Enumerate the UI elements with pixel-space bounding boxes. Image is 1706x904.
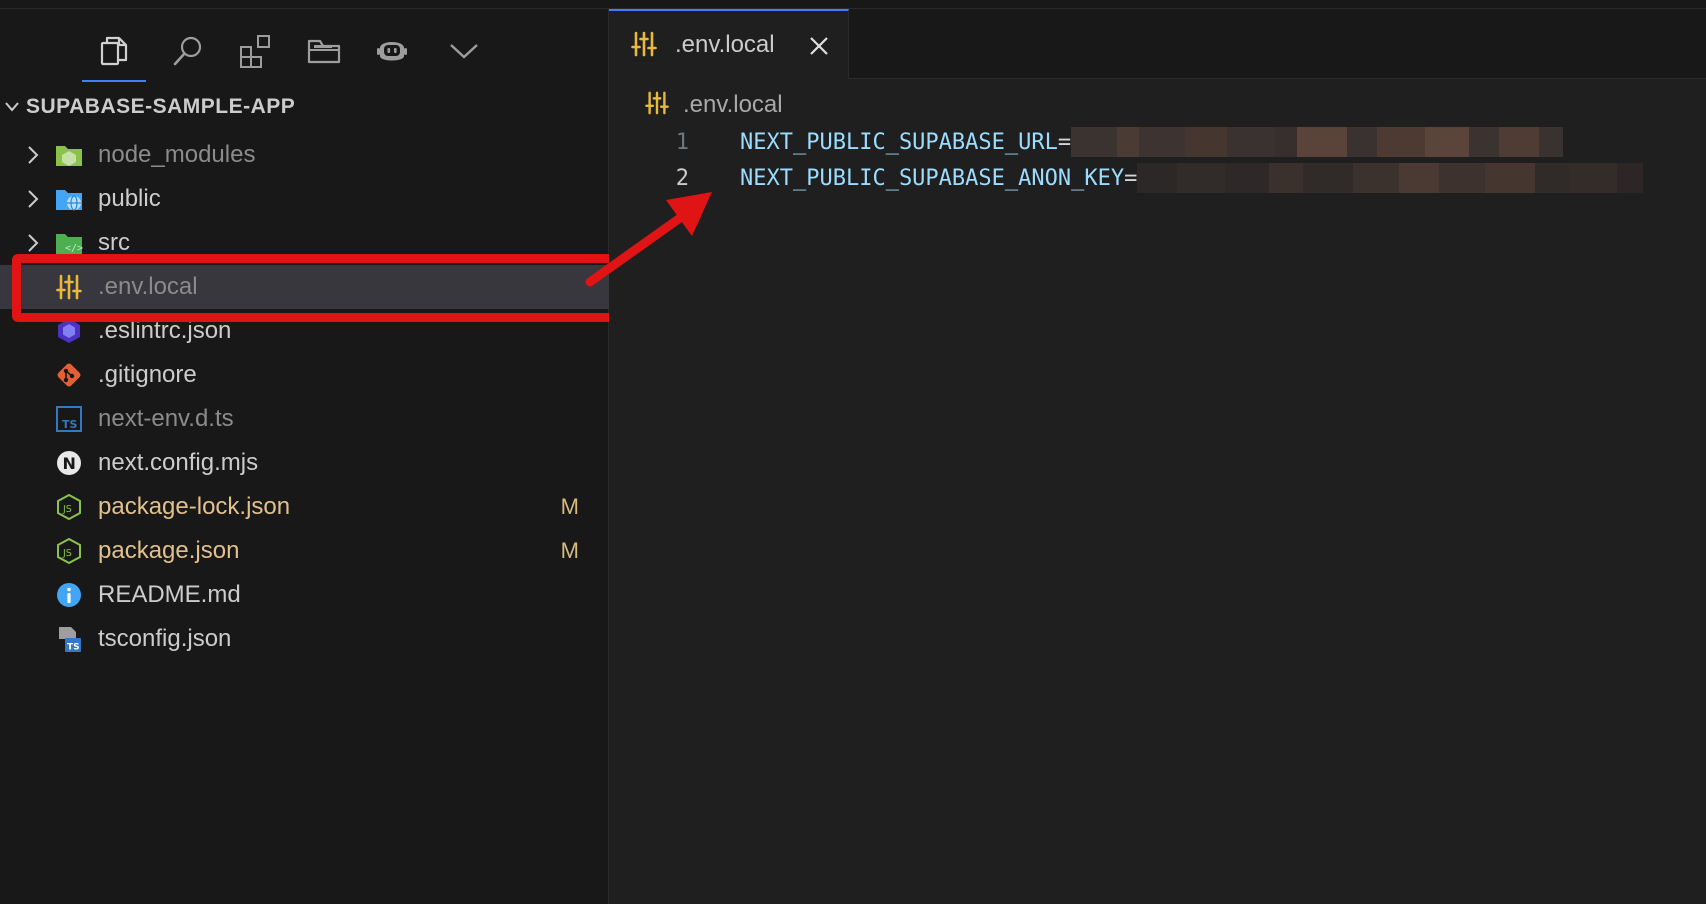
tree-item-node-modules[interactable]: node_modules (0, 133, 609, 177)
close-icon[interactable] (807, 34, 831, 58)
settings-sliders-icon (645, 91, 669, 120)
svg-text:TS: TS (67, 643, 80, 653)
tree-item-env-local[interactable]: .env.local (0, 265, 609, 309)
info-icon (54, 581, 84, 609)
extensions-icon[interactable] (222, 21, 290, 81)
folder-icon[interactable] (290, 21, 358, 81)
editor-tab-bar: .env.local (609, 9, 1706, 79)
tab-env-local[interactable]: .env.local (609, 9, 849, 79)
code-editor[interactable]: 1 NEXT_PUBLIC_SUPABASE_URL= 2 NEXT_PUBLI… (609, 125, 1706, 197)
public-folder-icon (54, 185, 84, 213)
tree-item-label: public (98, 185, 161, 212)
breadcrumb-label: .env.local (683, 91, 783, 118)
title-bar-strip (0, 0, 1706, 9)
tree-item-label: next.config.mjs (98, 449, 259, 476)
tree-item-label: README.md (98, 581, 241, 608)
breadcrumb[interactable]: .env.local (645, 85, 783, 125)
env-key: NEXT_PUBLIC_SUPABASE_URL (740, 130, 1058, 155)
equals-sign: = (1057, 130, 1072, 155)
nodejs-icon: JS (54, 493, 84, 521)
tree-item-label: next-env.d.ts (98, 405, 234, 432)
src-folder-icon: </> (54, 229, 84, 257)
copilot-icon[interactable] (358, 21, 426, 81)
code-line[interactable]: 1 NEXT_PUBLIC_SUPABASE_URL= (609, 125, 1706, 161)
search-icon[interactable] (154, 21, 222, 81)
equals-sign: = (1124, 166, 1138, 191)
settings-sliders-icon (54, 273, 84, 301)
tsconfig-icon: TS (54, 625, 84, 653)
tree-item-label: .gitignore (98, 361, 197, 388)
typescript-icon: TS (54, 405, 84, 433)
tree-item-label: tsconfig.json (98, 625, 232, 652)
svg-text:JS: JS (62, 504, 72, 515)
tree-item-src[interactable]: </> src (0, 221, 609, 265)
project-title: SUPABASE-SAMPLE-APP (26, 95, 296, 118)
git-status-badge: M (560, 494, 579, 519)
node-folder-icon (54, 141, 84, 169)
tree-item-label: package.json (98, 537, 240, 564)
redacted-value (1071, 126, 1564, 157)
env-key: NEXT_PUBLIC_SUPABASE_ANON_KEY (740, 166, 1125, 191)
tree-item-label: .env.local (98, 273, 198, 300)
eslint-icon (54, 317, 84, 345)
tree-item-package[interactable]: JS package.json M (0, 529, 609, 573)
settings-sliders-icon (631, 31, 657, 62)
tree-item-label: src (98, 229, 130, 256)
project-root-header[interactable]: SUPABASE-SAMPLE-APP (0, 87, 609, 127)
explorer-icon[interactable] (80, 21, 148, 82)
nodejs-icon: JS (54, 537, 84, 565)
file-tree: node_modules public </> src .env.local .… (0, 133, 609, 661)
vscode-window: SUPABASE-SAMPLE-APP node_modules public … (0, 0, 1706, 904)
git-icon (54, 361, 84, 389)
chevron-right-icon (22, 144, 44, 166)
tree-item-label: package-lock.json (98, 493, 291, 520)
svg-text:</>: </> (65, 243, 83, 254)
svg-text:TS: TS (62, 418, 78, 431)
line-number: 2 (675, 166, 689, 191)
tree-item-next-env[interactable]: TS next-env.d.ts (0, 397, 609, 441)
explorer-sidebar: SUPABASE-SAMPLE-APP node_modules public … (0, 9, 618, 904)
tree-item-tsconfig[interactable]: TS tsconfig.json (0, 617, 609, 661)
tree-item-package-lock[interactable]: JS package-lock.json M (0, 485, 609, 529)
chevron-right-icon (22, 232, 44, 254)
redacted-value (1137, 162, 1644, 193)
tree-item-eslintrc[interactable]: .eslintrc.json (0, 309, 609, 353)
git-status-badge: M (560, 538, 579, 563)
tab-label: .env.local (675, 31, 775, 58)
tree-item-label: node_modules (98, 141, 256, 168)
chevron-down-icon (0, 87, 24, 127)
tree-item-label: .eslintrc.json (98, 317, 232, 344)
tree-item-gitignore[interactable]: .gitignore (0, 353, 609, 397)
tree-item-readme[interactable]: README.md (0, 573, 609, 617)
tree-item-next-config[interactable]: N next.config.mjs (0, 441, 609, 485)
code-line[interactable]: 2 NEXT_PUBLIC_SUPABASE_ANON_KEY= (609, 161, 1706, 197)
line-number: 1 (675, 130, 689, 155)
svg-text:JS: JS (62, 548, 72, 559)
tree-item-public[interactable]: public (0, 177, 609, 221)
chevron-right-icon (22, 188, 44, 210)
chevron-down-icon[interactable] (430, 21, 498, 81)
editor-area: .env.local .env.local 1 NEXT_PUBLIC_SUPA… (609, 9, 1706, 904)
nextjs-icon: N (54, 449, 84, 477)
svg-text:N: N (63, 454, 76, 473)
